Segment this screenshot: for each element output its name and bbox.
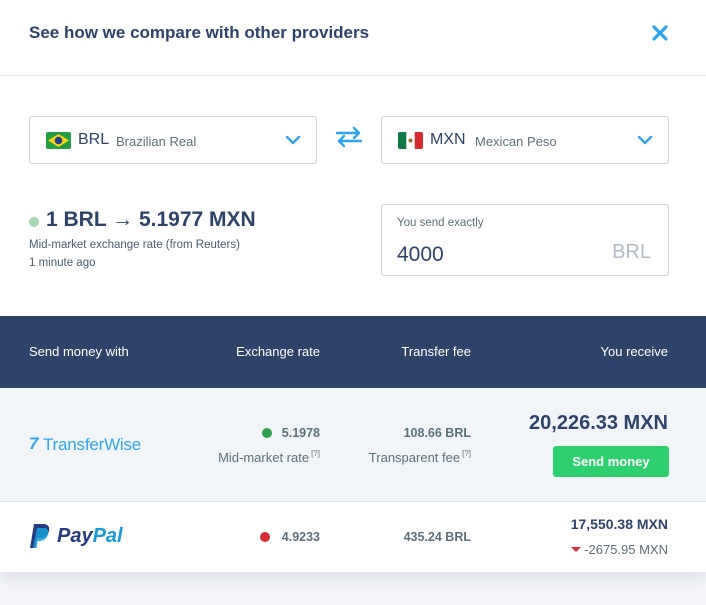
- table-row-transferwise: 7 TransferWise 5.1978 Mid-market rate [?]…: [0, 388, 706, 502]
- source-currency-code: BRL: [78, 131, 110, 148]
- column-header-rate: Exchange rate: [236, 344, 320, 359]
- brazil-flag-icon: [46, 132, 71, 149]
- close-icon[interactable]: [648, 21, 672, 45]
- send-amount-currency: BRL: [612, 241, 651, 263]
- paypal-mark-icon: [30, 524, 50, 548]
- rate-status-dot: [29, 217, 39, 227]
- swap-arrows-icon[interactable]: [334, 126, 364, 148]
- comparison-table-header: Send money with Exchange rate Transfer f…: [0, 316, 706, 388]
- send-amount-label: You send exactly: [397, 217, 484, 229]
- chevron-down-icon: [285, 135, 301, 145]
- exchange-rate-value: 4.9233: [281, 530, 320, 544]
- mid-market-rate-label: Mid-market rate [?]: [218, 449, 320, 465]
- column-header-receive: You receive: [600, 344, 668, 359]
- transfer-fee-value: 435.24 BRL: [403, 530, 471, 544]
- transparent-fee-label: Transparent fee [?]: [368, 449, 471, 465]
- receive-amount: 17,550.38 MXN: [570, 516, 668, 532]
- rate-status-dot: [262, 428, 272, 438]
- rate-updated-text: 1 minute ago: [29, 257, 96, 269]
- send-amount-box[interactable]: You send exactly BRL: [381, 204, 669, 276]
- target-currency-code: MXN: [430, 131, 466, 148]
- help-link[interactable]: [?]: [311, 449, 320, 458]
- rate-status-dot: [260, 532, 270, 542]
- column-header-provider: Send money with: [29, 344, 129, 359]
- table-row-paypal: PayPal 4.9233 435.24 BRL 17,550.38 MXN -…: [0, 502, 706, 572]
- source-currency-select[interactable]: BRL Brazilian Real: [29, 116, 317, 164]
- receive-amount: 20,226.33 MXN: [529, 412, 668, 434]
- column-header-fee: Transfer fee: [401, 344, 471, 359]
- help-link[interactable]: [?]: [462, 449, 471, 458]
- exchange-rate-text: 1 BRL → 5.1977 MXN: [46, 208, 256, 231]
- page-title: See how we compare with other providers: [29, 23, 370, 42]
- rate-source-text: Mid-market exchange rate (from Reuters): [29, 239, 240, 251]
- exchange-rate-value: 5.1978: [281, 426, 320, 440]
- send-amount-input[interactable]: [397, 241, 577, 269]
- target-currency-name: Mexican Peso: [475, 134, 557, 149]
- transferwise-wordmark: TransferWise: [43, 435, 142, 454]
- mexico-flag-icon: [398, 132, 423, 149]
- receive-difference: -2675.95 MXN: [571, 542, 668, 557]
- chevron-down-icon: [637, 135, 653, 145]
- paypal-wordmark: PayPal: [57, 525, 123, 547]
- comparison-card: See how we compare with other providers …: [0, 0, 706, 572]
- transferwise-flag-icon: 7: [29, 434, 39, 453]
- down-arrow-icon: [571, 547, 582, 552]
- header: See how we compare with other providers: [0, 0, 706, 76]
- send-money-button[interactable]: Send money: [553, 446, 669, 477]
- target-currency-select[interactable]: MXN Mexican Peso: [381, 116, 669, 164]
- transfer-fee-value: 108.66 BRL: [403, 426, 471, 440]
- source-currency-name: Brazilian Real: [116, 134, 197, 149]
